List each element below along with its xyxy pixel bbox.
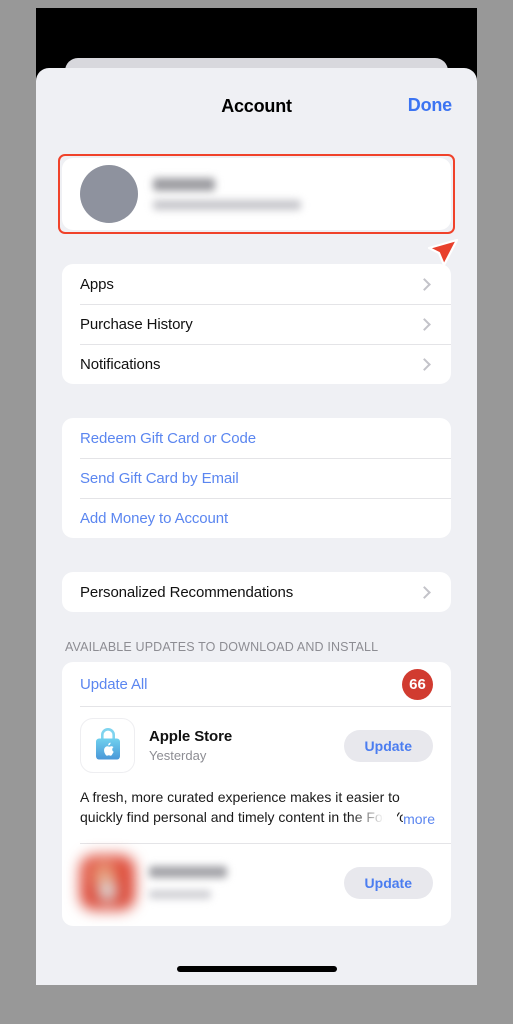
gift-card-menu-card: Redeem Gift Card or Code Send Gift Card … [62,418,451,538]
screenshot-root: Account Done Apps Purchase History Notif… [0,0,513,1024]
update-button[interactable]: Update [343,729,433,762]
blurred-red-app-icon [80,855,135,910]
account-name-redacted [153,178,215,191]
app-meta [149,866,344,899]
app-name-redacted [149,866,227,878]
chevron-right-icon [418,317,431,331]
add-money-button[interactable]: Add Money to Account [62,498,451,538]
sidebar-item-purchase-history[interactable]: Purchase History [62,304,451,344]
personalized-recommendations-item[interactable]: Personalized Recommendations [62,572,451,612]
row-label: Redeem Gift Card or Code [80,429,257,447]
row-label: Notifications [80,355,161,373]
account-sheet: Account Done Apps Purchase History Notif… [36,68,477,985]
more-link[interactable]: more [403,808,435,829]
app-update-row[interactable]: Apple Store Yesterday Update [62,706,451,783]
app-update-date: Yesterday [149,748,207,763]
recommendations-card: Personalized Recommendations [62,572,451,612]
app-update-date-redacted [149,890,211,899]
release-notes: A fresh, more curated experience makes i… [62,783,451,843]
update-button[interactable]: Update [343,866,433,899]
update-all-row[interactable]: Update All 66 [62,662,451,706]
app-meta: Apple Store Yesterday [149,728,344,763]
chevron-right-icon [418,357,431,371]
updates-section-header: AVAILABLE UPDATES TO DOWNLOAD AND INSTAL… [65,640,379,654]
release-notes-fade [351,809,397,829]
profile-text [153,178,301,210]
sidebar-item-notifications[interactable]: Notifications [62,344,451,384]
updates-card: Update All 66 Apple Store Yesterday Upda… [62,662,451,926]
row-label: Personalized Recommendations [80,583,294,601]
update-all-label: Update All [80,675,148,693]
sheet-header: Account Done [36,68,477,146]
row-label: Purchase History [80,315,193,333]
avatar [80,165,138,223]
row-label: Add Money to Account [80,509,229,527]
profile-row[interactable] [62,158,451,230]
done-button[interactable]: Done [408,95,452,116]
redeem-gift-card-button[interactable]: Redeem Gift Card or Code [62,418,451,458]
app-name: Apple Store [149,728,233,745]
profile-section [36,154,477,234]
chevron-right-icon [418,585,431,599]
home-indicator [176,966,337,972]
device-frame: Account Done Apps Purchase History Notif… [36,8,477,985]
account-menu-card: Apps Purchase History Notifications [62,264,451,384]
app-update-row[interactable]: Update [62,843,451,926]
account-email-redacted [153,200,301,210]
chevron-right-icon [418,277,431,291]
update-count-badge: 66 [402,668,433,700]
send-gift-card-button[interactable]: Send Gift Card by Email [62,458,451,498]
apple-store-bag-icon [80,718,135,773]
row-label: Send Gift Card by Email [80,469,239,487]
row-label: Apps [80,275,114,293]
sidebar-item-apps[interactable]: Apps [62,264,451,304]
